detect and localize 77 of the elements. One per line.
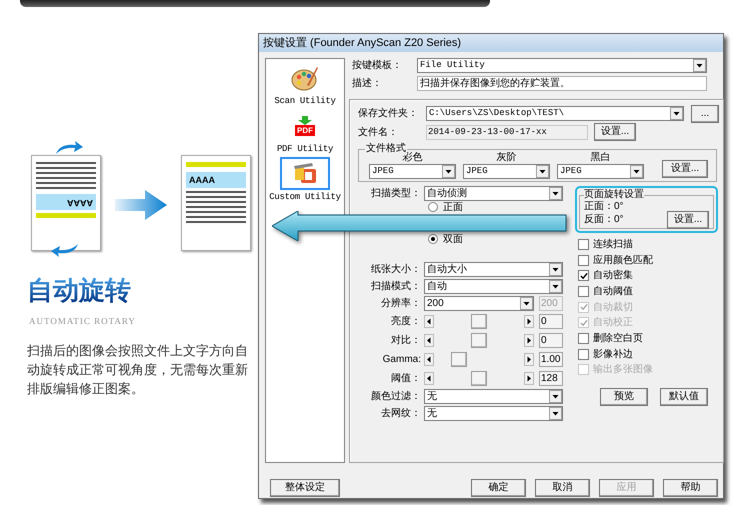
feature-title: 自动旋转 (27, 277, 131, 303)
palette-icon (291, 64, 319, 90)
checkbox[interactable]: 应用颜色匹配 (578, 252, 719, 268)
feature-subtitle: AUTOMATIC ROTARY (29, 315, 136, 328)
document-heading: AAAA (67, 198, 93, 206)
checkbox[interactable]: 连续扫描 (578, 237, 719, 252)
curved-arrow-icon (50, 242, 80, 258)
window-title: 按键设置 (Founder AnyScan Z20 Series) (263, 36, 462, 50)
dropdown[interactable]: 自动侦测 (424, 186, 563, 201)
sidebar-label: Scan Utility (274, 95, 336, 107)
checkbox[interactable]: 影像补边 (578, 346, 719, 362)
dropdown[interactable]: 无 (424, 388, 563, 404)
field-label: 扫描类型： (370, 187, 422, 200)
button[interactable]: 取消 (535, 479, 590, 497)
dropdown[interactable]: 无 (424, 406, 563, 420)
slider-thumb[interactable] (450, 352, 467, 366)
slider[interactable] (424, 314, 534, 328)
field-label: 扫描模式： (370, 280, 422, 292)
field-label: 颜色过滤： (370, 390, 422, 402)
dropdown[interactable]: 自动大小 (424, 262, 563, 276)
pdf-badge: PDF (295, 124, 315, 136)
feature-description: 扫描后的图像会按照文件上文字方向自动旋转成正常可视角度，无需每次重新排版编辑修正图案。 (27, 342, 249, 398)
sidebar-item[interactable]: Scan Utility (266, 61, 344, 107)
document-heading: AAAA (189, 176, 215, 184)
group-title: 文件格式 (365, 142, 407, 155)
button[interactable]: 预览 (600, 388, 648, 406)
check-icon (580, 272, 588, 280)
checkbox[interactable]: 删除空白页 (578, 331, 719, 346)
slider-thumb[interactable] (471, 370, 487, 386)
field-label: 分辨率： (380, 296, 422, 310)
down-arrow-icon (298, 116, 312, 124)
radio-button[interactable]: 双面 (428, 233, 463, 245)
field-label: 文件名： (358, 126, 399, 138)
sidebar-label: PDF Utility (276, 143, 334, 155)
checkbox[interactable]: 自动密集 (578, 268, 719, 284)
button[interactable]: 设置... (594, 123, 636, 141)
field-label: 阈值： (390, 372, 422, 384)
button[interactable]: 整体设定 (270, 479, 340, 497)
curved-arrow-icon (54, 140, 84, 156)
radio-button[interactable]: 正面 (428, 201, 463, 213)
slider[interactable] (424, 332, 534, 348)
toolbox-icon (292, 162, 318, 184)
text-label: 反面：0° (584, 214, 624, 225)
field-label: Gamma: (382, 352, 422, 366)
slider[interactable] (424, 370, 534, 386)
field-label: 对比： (390, 334, 422, 346)
sidebar-item[interactable]: PDF PDF Utility (266, 109, 344, 155)
slider-thumb[interactable] (471, 332, 487, 348)
field-label: 去网纹： (380, 406, 422, 420)
dropdown[interactable]: JPEG (369, 164, 456, 179)
sidebar-label: Custom Utility (269, 191, 341, 203)
field-label: 保存文件夹： (358, 107, 419, 120)
checkbox[interactable]: 自动阈值 (578, 284, 719, 299)
text-label: 正面：0° (584, 201, 624, 212)
button[interactable]: 默认值 (660, 388, 708, 406)
sidebar-item[interactable]: Custom Utility (266, 157, 344, 203)
field-label: 描述： (351, 77, 383, 90)
slider[interactable] (424, 352, 534, 366)
dropdown[interactable]: 200 (424, 296, 534, 310)
field-label: 亮度： (390, 314, 422, 328)
button[interactable]: 设置... (662, 160, 708, 178)
field-label: 按键模板： (351, 59, 403, 72)
dropdown[interactable]: C:\Users\ZS\Desktop\TEST\ (426, 106, 684, 121)
slider-thumb[interactable] (471, 314, 487, 328)
dropdown[interactable]: JPEG (557, 164, 644, 179)
arrow-icon (115, 190, 167, 220)
column-label: 灰阶 (496, 152, 516, 164)
button[interactable]: ... (691, 104, 719, 122)
column-label: 黑白 (590, 152, 610, 164)
dropdown[interactable]: 自动 (424, 278, 563, 294)
dropdown[interactable]: File Utility (417, 58, 707, 73)
button[interactable]: 确定 (471, 479, 526, 497)
button[interactable]: 帮助 (663, 479, 718, 497)
dropdown[interactable]: JPEG (463, 164, 550, 179)
button[interactable]: 设置... (667, 211, 709, 229)
group-title: 页面旋转设置 (584, 188, 644, 201)
field-label: 纸张大小： (370, 262, 422, 276)
